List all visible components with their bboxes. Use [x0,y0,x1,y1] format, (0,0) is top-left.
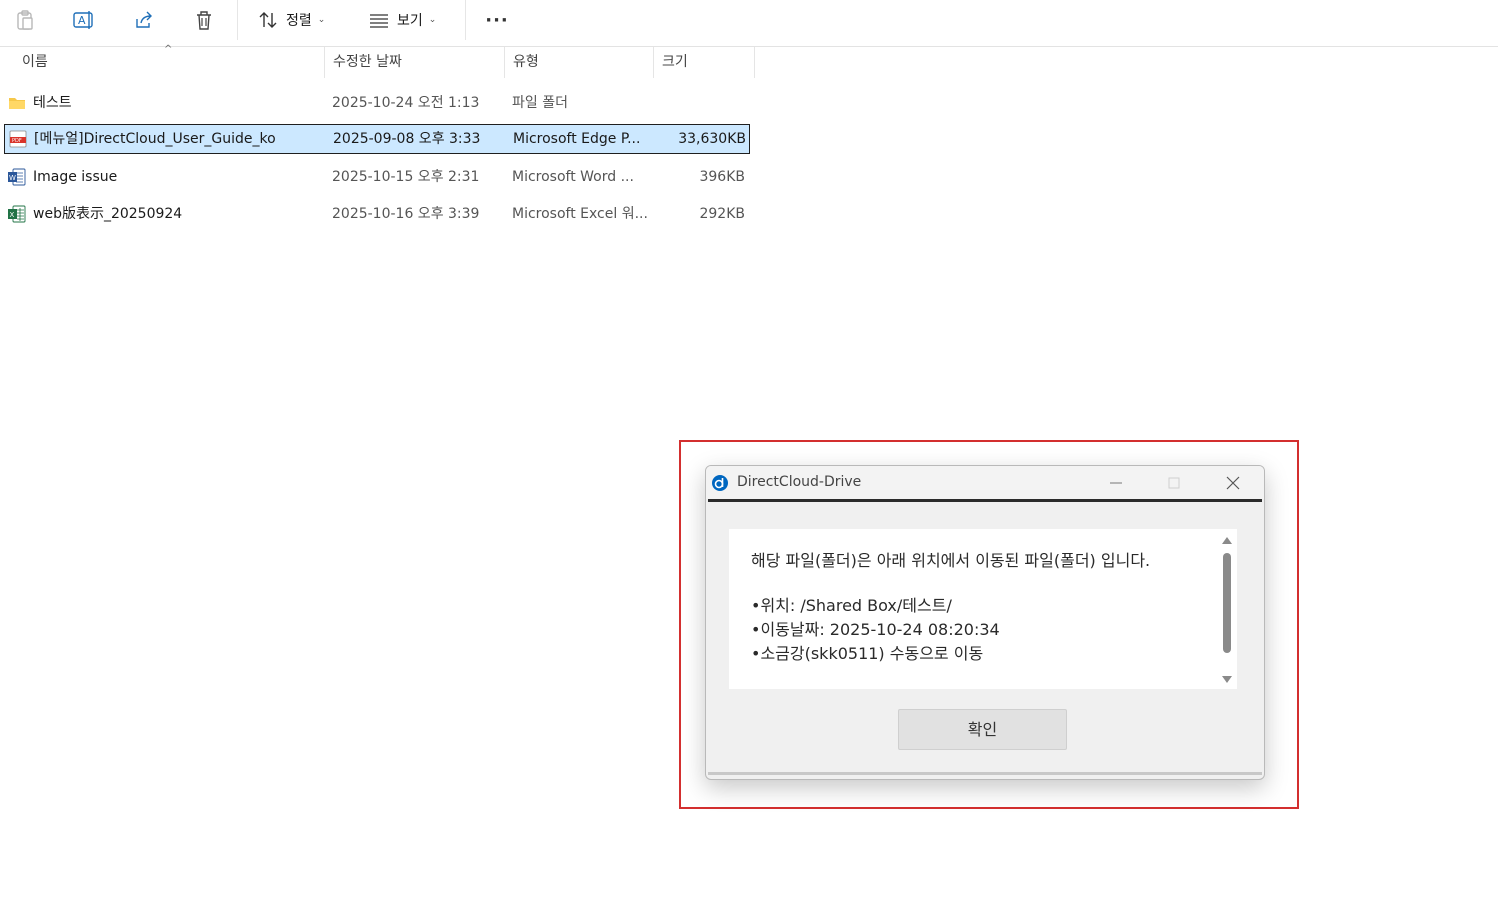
dialog-title-bar[interactable]: DirectCloud-Drive [706,466,1264,499]
more-options-button[interactable]: ··· [484,6,510,34]
title-separator [708,499,1262,502]
close-button[interactable] [1204,466,1262,499]
file-size [650,88,745,118]
maximize-button [1145,466,1203,499]
moved-date-line: •이동날짜: 2025-10-24 08:20:34 [751,620,1000,639]
dialog-bottom-border [708,772,1262,775]
file-date: 2025-10-16 오후 3:39 [332,206,480,222]
ok-button[interactable]: 확인 [898,709,1067,750]
file-row-folder[interactable]: 테스트 2025-10-24 오전 1:13 파일 폴더 [4,88,750,118]
file-row-pdf[interactable]: PDF [메뉴얼]DirectCloud_User_Guide_ko 2025-… [4,124,750,154]
file-type: Microsoft Excel 워... [512,206,648,222]
file-size: 396KB [699,169,745,185]
pdf-icon: PDF [9,130,27,148]
column-header-type[interactable]: 유형 [505,47,653,78]
moved-by-line: •소금강(skk0511) 수동으로 이동 [751,644,984,663]
file-type: Microsoft Word ... [512,169,634,185]
column-header-date[interactable]: 수정한 날짜 [325,47,505,78]
clipboard-icon [17,10,33,30]
svg-text:A: A [78,14,86,27]
dialog-title: DirectCloud-Drive [737,474,862,490]
chevron-down-icon: ⌄ [317,15,326,25]
rename-button[interactable]: A [71,6,97,34]
share-button[interactable] [131,6,157,34]
chevron-down-icon: ⌄ [428,15,437,25]
message-line: 해당 파일(폴더)은 아래 위치에서 이동된 파일(폴더) 입니다. [751,551,1151,570]
file-name: [메뉴얼]DirectCloud_User_Guide_ko [34,131,276,147]
sort-label: 정렬 [286,13,312,29]
svg-text:W: W [9,174,16,182]
column-header-name[interactable]: 이름 [14,47,324,78]
file-date: 2025-10-24 오전 1:13 [332,95,480,111]
close-icon [1226,476,1240,489]
delete-button[interactable] [191,6,217,34]
word-icon: W [8,168,26,186]
location-line: •위치: /Shared Box/테스트/ [751,596,952,615]
file-size: 292KB [699,206,745,222]
toolbar-divider [237,0,238,40]
column-headers: ^ 이름 수정한 날짜 유형 크기 [0,44,756,78]
scroll-down-icon[interactable] [1221,675,1233,685]
directcloud-app-icon [712,475,728,491]
file-name: web版表示_20250924 [33,206,183,222]
minimize-icon [1110,482,1122,483]
message-text: 해당 파일(폴더)은 아래 위치에서 이동된 파일(폴더) 입니다. •위치: … [751,549,1191,666]
folder-icon [9,98,25,109]
view-button[interactable]: 보기 ⌄ [369,6,436,34]
command-bar: A 정렬 ⌄ 보기 ⌄ ··· [0,0,1498,47]
share-icon [136,11,152,28]
view-icon [370,14,388,28]
file-type: 파일 폴더 [512,95,568,111]
more-icon: ··· [485,9,509,31]
file-name: Image issue [33,169,118,185]
message-box[interactable]: 해당 파일(폴더)은 아래 위치에서 이동된 파일(폴더) 입니다. •위치: … [729,529,1237,689]
paste-button[interactable] [12,6,38,34]
file-type: Microsoft Edge P... [513,131,641,147]
file-date: 2025-10-15 오후 2:31 [332,169,480,185]
file-name: 테스트 [33,95,72,111]
toolbar-divider [465,0,466,40]
file-size: 33,630KB [678,131,746,147]
delete-icon [197,11,211,30]
file-row-excel[interactable]: X web版表示_20250924 2025-10-16 오후 3:39 Mic… [4,199,750,229]
maximize-icon [1168,477,1180,488]
svg-text:PDF: PDF [12,138,22,144]
excel-icon: X [8,205,26,223]
column-divider[interactable] [754,47,755,78]
scroll-thumb[interactable] [1223,553,1231,653]
file-date: 2025-09-08 오후 3:33 [333,131,481,147]
sort-button[interactable]: 정렬 ⌄ [258,6,325,34]
sort-icon [259,12,277,28]
file-row-word[interactable]: W Image issue 2025-10-15 오후 2:31 Microso… [4,162,750,192]
directcloud-dialog: DirectCloud-Drive 해당 파일(폴더)은 아래 위치에서 이동된… [705,465,1265,780]
rename-icon: A [73,11,93,29]
column-header-size[interactable]: 크기 [654,47,754,78]
view-label: 보기 [397,13,423,29]
svg-text:X: X [10,211,15,219]
scroll-up-icon[interactable] [1221,535,1233,545]
message-scrollbar[interactable] [1221,533,1233,685]
minimize-button[interactable] [1087,466,1145,499]
